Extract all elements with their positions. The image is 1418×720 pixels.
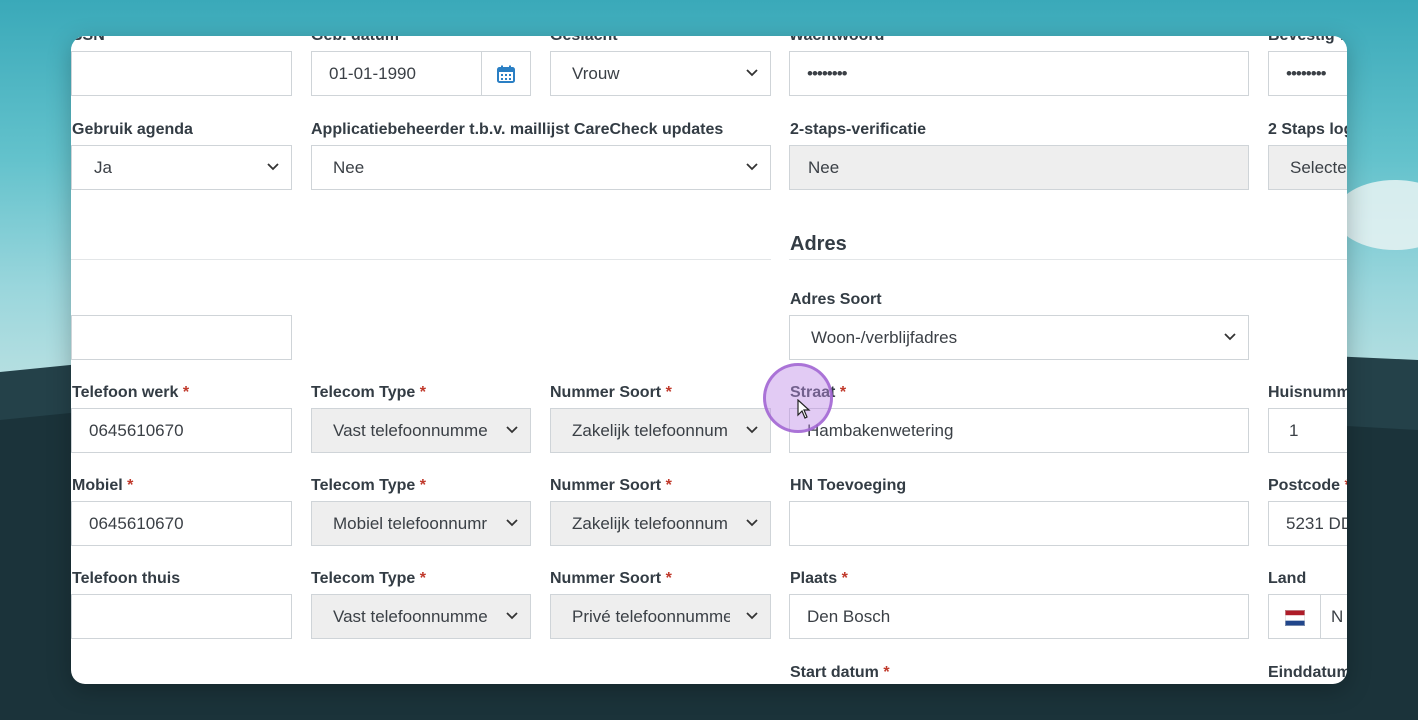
home-number-kind-label: Nummer Soort *	[550, 570, 672, 587]
twofa-login-select[interactable]: Selecte	[1268, 145, 1347, 190]
flag-nl-icon	[1269, 595, 1321, 638]
left-divider	[71, 259, 771, 260]
mobile-value: 0645610670	[89, 513, 184, 533]
work-telecom-type-label: Telecom Type *	[311, 384, 427, 401]
country-select[interactable]: N	[1268, 594, 1347, 639]
mobile-number-kind-value: Zakelijk telefoonnum	[572, 513, 728, 533]
mouse-cursor-icon	[797, 399, 811, 419]
calendar-icon	[497, 65, 515, 83]
city-input[interactable]: Den Bosch	[789, 594, 1249, 639]
start-date-label: Start datum *	[790, 664, 890, 681]
address-type-label: Adres Soort	[790, 291, 882, 308]
address-type-select[interactable]: Woon-/verblijfadres	[789, 315, 1249, 360]
phone-work-label: Telefoon werk *	[72, 384, 190, 401]
cursor-highlight	[763, 363, 833, 433]
admin-select[interactable]: Nee	[311, 145, 771, 190]
mobile-telecom-type-label: Telecom Type *	[311, 477, 427, 494]
city-label: Plaats *	[790, 570, 848, 587]
confirm-password-input[interactable]: ••••••••	[1268, 51, 1347, 96]
agenda-label: Gebruik agenda	[72, 121, 193, 138]
home-number-kind-select[interactable]: Privé telefoonnumme	[550, 594, 771, 639]
work-number-kind-value: Zakelijk telefoonnum	[572, 420, 728, 440]
chevron-down-icon	[746, 163, 758, 171]
mobile-input[interactable]: 0645610670	[71, 501, 292, 546]
address-section-title: Adres	[790, 233, 847, 255]
home-telecom-type-select[interactable]: Vast telefoonnumme	[311, 594, 531, 639]
gender-label: Geslacht	[550, 36, 618, 46]
unlabeled-input[interactable]	[71, 315, 292, 360]
address-type-value: Woon-/verblijfadres	[811, 327, 958, 347]
bsn-input[interactable]	[71, 51, 292, 96]
app-window: BSN Geb. datum 01-01-1990 Geslacht Vrouw…	[71, 36, 1347, 684]
twofa-value: Nee	[808, 157, 840, 177]
twofa-label: 2-staps-verificatie	[790, 121, 927, 138]
home-telecom-type-label: Telecom Type *	[311, 570, 427, 587]
mobile-number-kind-label: Nummer Soort *	[550, 477, 672, 494]
work-number-kind-label: Nummer Soort *	[550, 384, 672, 401]
agenda-select[interactable]: Ja	[71, 145, 292, 190]
mobile-telecom-type-value: Mobiel telefoonnumr	[333, 513, 488, 533]
gender-select[interactable]: Vrouw	[550, 51, 771, 96]
phone-home-input[interactable]	[71, 594, 292, 639]
postcode-label: Postcode *	[1268, 477, 1347, 494]
password-input[interactable]: ••••••••	[789, 51, 1249, 96]
street-input[interactable]: Hambakenwetering	[789, 408, 1249, 453]
housenumber-value: 1	[1289, 420, 1299, 440]
chevron-down-icon	[746, 519, 758, 527]
phone-home-label: Telefoon thuis	[72, 570, 181, 587]
twofa-field: Nee	[789, 145, 1249, 190]
address-divider	[789, 259, 1347, 260]
work-telecom-type-value: Vast telefoonnumme	[333, 420, 488, 440]
mobile-number-kind-select[interactable]: Zakelijk telefoonnum	[550, 501, 771, 546]
housenumber-label: Huisnumm	[1268, 384, 1347, 401]
admin-label: Applicatiebeheerder t.b.v. maillijst Car…	[311, 121, 724, 138]
chevron-down-icon	[506, 519, 518, 527]
city-value: Den Bosch	[807, 606, 891, 626]
mobile-telecom-type-select[interactable]: Mobiel telefoonnumr	[311, 501, 531, 546]
password-label: Wachtwoord	[789, 36, 884, 46]
admin-value: Nee	[333, 157, 365, 177]
chevron-down-icon	[267, 163, 279, 171]
confirm-password-label: Bevestig w	[1268, 36, 1347, 46]
calendar-button[interactable]	[481, 52, 530, 95]
chevron-down-icon	[746, 69, 758, 77]
dob-label: Geb. datum	[311, 36, 399, 46]
work-number-kind-select[interactable]: Zakelijk telefoonnum	[550, 408, 771, 453]
work-telecom-type-select[interactable]: Vast telefoonnumme	[311, 408, 531, 453]
chevron-down-icon	[746, 612, 758, 620]
dob-value: 01-01-1990	[329, 63, 416, 83]
chevron-down-icon	[506, 612, 518, 620]
country-label: Land	[1268, 570, 1307, 587]
confirm-password-value: ••••••••	[1286, 63, 1326, 83]
bsn-label: BSN	[71, 36, 105, 46]
dob-field[interactable]: 01-01-1990	[311, 51, 531, 96]
twofa-login-value: Selecte	[1290, 157, 1347, 177]
password-value: ••••••••	[807, 63, 847, 83]
gender-value: Vrouw	[572, 63, 620, 83]
hn-suffix-label: HN Toevoeging	[790, 477, 907, 494]
postcode-value: 5231 DD	[1286, 513, 1347, 533]
form-content: BSN Geb. datum 01-01-1990 Geslacht Vrouw…	[71, 36, 1347, 684]
country-value: N	[1331, 606, 1344, 626]
phone-work-input[interactable]: 0645610670	[71, 408, 292, 453]
end-date-label: Einddatum	[1268, 664, 1347, 681]
chevron-down-icon	[1224, 333, 1236, 341]
mobile-label: Mobiel *	[72, 477, 134, 494]
twofa-login-label: 2 Staps log	[1268, 121, 1347, 138]
home-number-kind-value: Privé telefoonnumme	[572, 606, 730, 626]
postcode-input[interactable]: 5231 DD	[1268, 501, 1347, 546]
home-telecom-type-value: Vast telefoonnumme	[333, 606, 488, 626]
chevron-down-icon	[506, 426, 518, 434]
street-value: Hambakenwetering	[807, 420, 954, 440]
phone-work-value: 0645610670	[89, 420, 184, 440]
hn-suffix-input[interactable]	[789, 501, 1249, 546]
agenda-value: Ja	[94, 157, 112, 177]
chevron-down-icon	[746, 426, 758, 434]
housenumber-input[interactable]: 1	[1268, 408, 1347, 453]
